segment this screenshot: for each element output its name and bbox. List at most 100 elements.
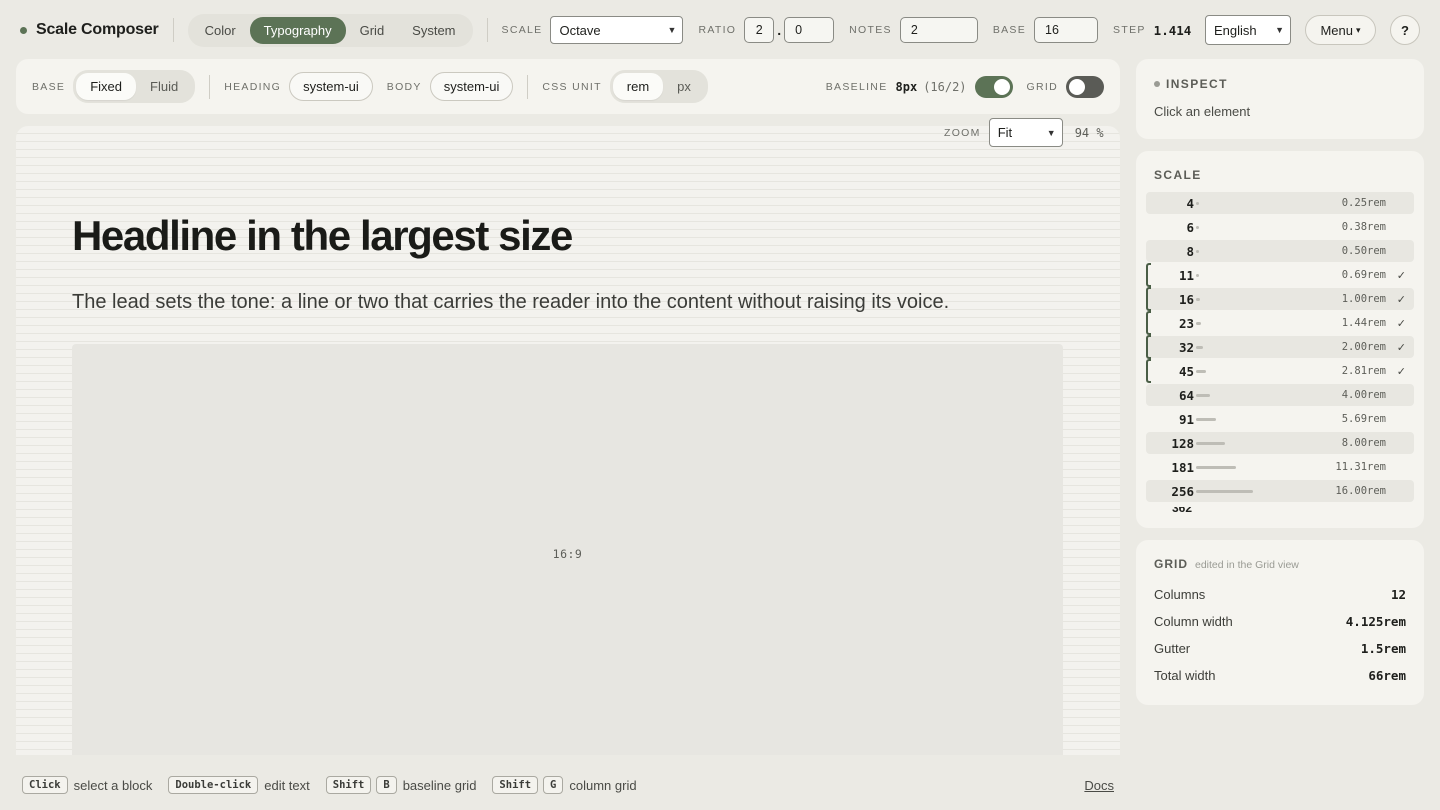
scale-title: SCALE <box>1154 168 1202 182</box>
scale-step-row[interactable]: 4 0.25rem <box>1146 192 1414 214</box>
grid-row-column-width: Column width 4.125rem <box>1154 608 1406 635</box>
scale-step-rem: 16.00rem <box>1335 485 1386 497</box>
scale-step-size: 64 <box>1178 387 1194 403</box>
grid-note: edited in the Grid view <box>1195 559 1299 571</box>
scale-overflow-row: 362 <box>1146 507 1414 513</box>
grid-row-label: Columns <box>1154 587 1206 602</box>
scale-step-size: 32 <box>1178 339 1194 355</box>
base-mode-fluid[interactable]: Fluid <box>136 73 192 100</box>
scale-step-size: 4 <box>1186 195 1194 211</box>
scale-step-size: 6 <box>1186 219 1194 235</box>
ratio-separator: . <box>777 22 782 38</box>
scale-step-row[interactable]: 91 5.69rem <box>1146 408 1414 430</box>
scale-step-size: 8 <box>1186 243 1194 259</box>
grid-row-value: 12 <box>1390 587 1406 602</box>
ratio-integer-input[interactable]: 2 <box>744 17 775 43</box>
headline-block[interactable]: Headline in the largest size <box>72 212 573 260</box>
scale-step-row[interactable]: 32 2.00rem ✓ <box>1146 335 1414 359</box>
notes-label: NOTES <box>849 24 892 36</box>
ratio-fraction-input[interactable]: 0 <box>784 17 835 43</box>
base-label: BASE <box>992 24 1027 36</box>
grid-row-value: 1.5rem <box>1360 641 1406 656</box>
check-icon: ✓ <box>1396 269 1406 282</box>
scale-step-row[interactable]: 8 0.50rem <box>1146 240 1414 262</box>
scale-step-rem: 1.00rem <box>1341 293 1386 305</box>
check-icon: ✓ <box>1396 365 1406 378</box>
scale-step-rem: 8.00rem <box>1341 437 1386 449</box>
media-placeholder[interactable]: 16:9 <box>72 344 1063 755</box>
shortcut-footer: Click select a block Double-click edit t… <box>22 774 1114 796</box>
scale-step-rem: 0.38rem <box>1341 221 1386 233</box>
app-title: Scale Composer <box>36 21 159 38</box>
css-unit-rem[interactable]: rem <box>612 73 664 100</box>
scale-step-bar <box>1196 394 1210 397</box>
top-bar: Scale Composer Color Typography Grid Sys… <box>0 0 1440 60</box>
divider <box>527 74 529 99</box>
inspect-panel: INSPECT Click an element <box>1136 59 1424 139</box>
scale-select-value: Octave <box>559 22 601 38</box>
scale-select[interactable]: Octave ▼ <box>550 16 684 44</box>
inspect-hint: Click an element <box>1154 104 1251 119</box>
check-icon: ✓ <box>1396 341 1406 354</box>
scale-step-size: 23 <box>1178 315 1194 331</box>
scale-step-row[interactable]: 11 0.69rem ✓ <box>1146 263 1414 287</box>
css-unit-px[interactable]: px <box>663 73 705 100</box>
scale-step-row[interactable]: 45 2.81rem ✓ <box>1146 359 1414 383</box>
scale-step-rem: 0.25rem <box>1341 197 1386 209</box>
tab-grid[interactable]: Grid <box>346 17 399 44</box>
grid-row-label: Total width <box>1154 668 1216 683</box>
scale-step-row[interactable]: 16 1.00rem ✓ <box>1146 287 1414 311</box>
css-unit-label: CSS UNIT <box>542 80 602 93</box>
lead-block[interactable]: The lead sets the tone: a line or two th… <box>72 291 949 314</box>
scale-step-row[interactable]: 6 0.38rem <box>1146 216 1414 238</box>
scale-step-rem: 2.81rem <box>1341 365 1386 377</box>
hint-baseline-grid: baseline grid <box>402 777 477 793</box>
base-mode-fixed[interactable]: Fixed <box>76 73 137 100</box>
scale-step-row[interactable]: 128 8.00rem <box>1146 432 1414 454</box>
scale-step-row[interactable]: 64 4.00rem <box>1146 384 1414 406</box>
zoom-select[interactable]: Fit ▼ <box>988 118 1063 147</box>
hint-edit-text: edit text <box>264 777 310 793</box>
scale-step-row[interactable]: 23 1.44rem ✓ <box>1146 311 1414 335</box>
scale-step-bar <box>1196 274 1199 277</box>
tab-system[interactable]: System <box>398 17 469 44</box>
scale-panel: SCALE 4 0.25rem 6 0.38rem 8 0.50rem 11 0.69rem ✓… <box>1136 151 1424 528</box>
scale-step-rem: 2.00rem <box>1341 341 1386 353</box>
tab-color[interactable]: Color <box>191 17 250 44</box>
ratio-label: RATIO <box>698 24 737 36</box>
body-font-picker[interactable]: system-ui <box>429 72 514 101</box>
kbd-g: G <box>543 776 564 794</box>
base-size-input[interactable]: 16 <box>1034 17 1099 43</box>
scale-step-rem: 0.69rem <box>1341 269 1386 281</box>
chevron-down-icon: ▼ <box>1046 127 1056 138</box>
scale-step-bar <box>1196 370 1206 373</box>
scale-step-size: 45 <box>1178 363 1194 379</box>
view-tabs: Color Typography Grid System <box>187 13 473 47</box>
scale-step-bar <box>1196 226 1199 229</box>
baseline-detail: (16/2) <box>923 79 967 94</box>
preview-canvas[interactable]: Headline in the largest size The lead se… <box>16 126 1120 755</box>
docs-link[interactable]: Docs <box>1084 778 1114 793</box>
grid-toggle[interactable] <box>1066 75 1104 98</box>
scale-step-size: 181 <box>1171 459 1194 475</box>
baseline-value: 8px <box>895 79 918 94</box>
scale-step-row[interactable]: 181 11.31rem <box>1146 456 1414 478</box>
scale-step-rem: 0.50rem <box>1341 245 1386 257</box>
language-select[interactable]: English ▼ <box>1205 15 1291 45</box>
grid-settings: Columns 12 Column width 4.125rem Gutter … <box>1154 581 1406 689</box>
check-icon: ✓ <box>1396 293 1406 306</box>
css-unit-toggle: rem px <box>609 70 708 103</box>
scale-step-size: 256 <box>1171 483 1194 499</box>
baseline-toggle[interactable] <box>974 75 1013 98</box>
scale-step-row[interactable]: 256 16.00rem <box>1146 480 1414 502</box>
toggle-knob <box>993 78 1010 95</box>
check-icon: ✓ <box>1396 317 1406 330</box>
base-mode-toggle: Fixed Fluid <box>73 70 196 103</box>
heading-font-picker[interactable]: system-ui <box>289 72 373 101</box>
notes-input[interactable]: 2 <box>899 17 978 43</box>
menu-button[interactable]: Menu ▾ <box>1305 15 1376 45</box>
help-button[interactable]: ? <box>1390 15 1420 45</box>
tab-typography[interactable]: Typography <box>249 16 346 44</box>
scale-step-bar <box>1196 466 1236 469</box>
divider <box>486 18 488 42</box>
